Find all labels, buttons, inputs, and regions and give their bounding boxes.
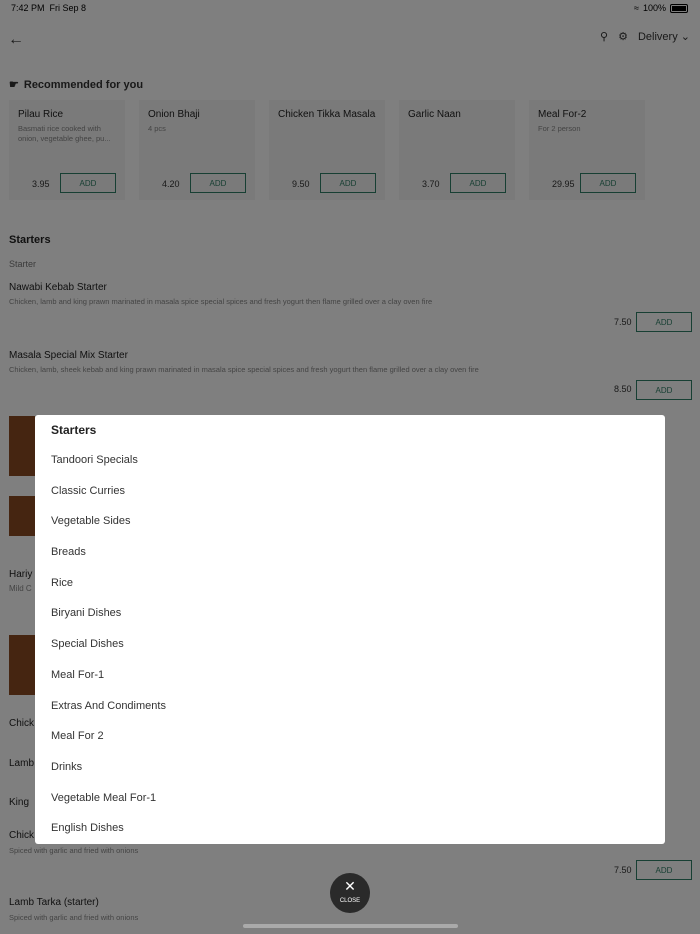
category-item[interactable]: Biryani Dishes (51, 606, 166, 637)
home-indicator (243, 924, 458, 928)
category-item[interactable]: Tandoori Specials (51, 453, 166, 484)
category-list: Tandoori Specials Classic Curries Vegeta… (51, 453, 166, 852)
category-item[interactable]: Extras And Condiments (51, 699, 166, 730)
category-item[interactable]: Meal For 2 (51, 729, 166, 760)
close-button[interactable]: ✕ CLOSE (330, 873, 370, 913)
category-item[interactable]: Vegetable Meal For-1 (51, 791, 166, 822)
category-picker-modal: Starters Tandoori Specials Classic Curri… (35, 415, 665, 844)
category-item[interactable]: Rice (51, 576, 166, 607)
category-item[interactable]: Drinks (51, 760, 166, 791)
category-item[interactable]: Breads (51, 545, 166, 576)
category-item[interactable]: Special Dishes (51, 637, 166, 668)
close-icon: ✕ (344, 878, 356, 894)
category-item[interactable]: Meal For-1 (51, 668, 166, 699)
category-item[interactable]: Vegetable Sides (51, 514, 166, 545)
category-item[interactable]: Classic Curries (51, 484, 166, 515)
modal-title[interactable]: Starters (51, 423, 96, 437)
category-item[interactable]: English Dishes (51, 821, 166, 852)
close-label: CLOSE (339, 898, 361, 904)
